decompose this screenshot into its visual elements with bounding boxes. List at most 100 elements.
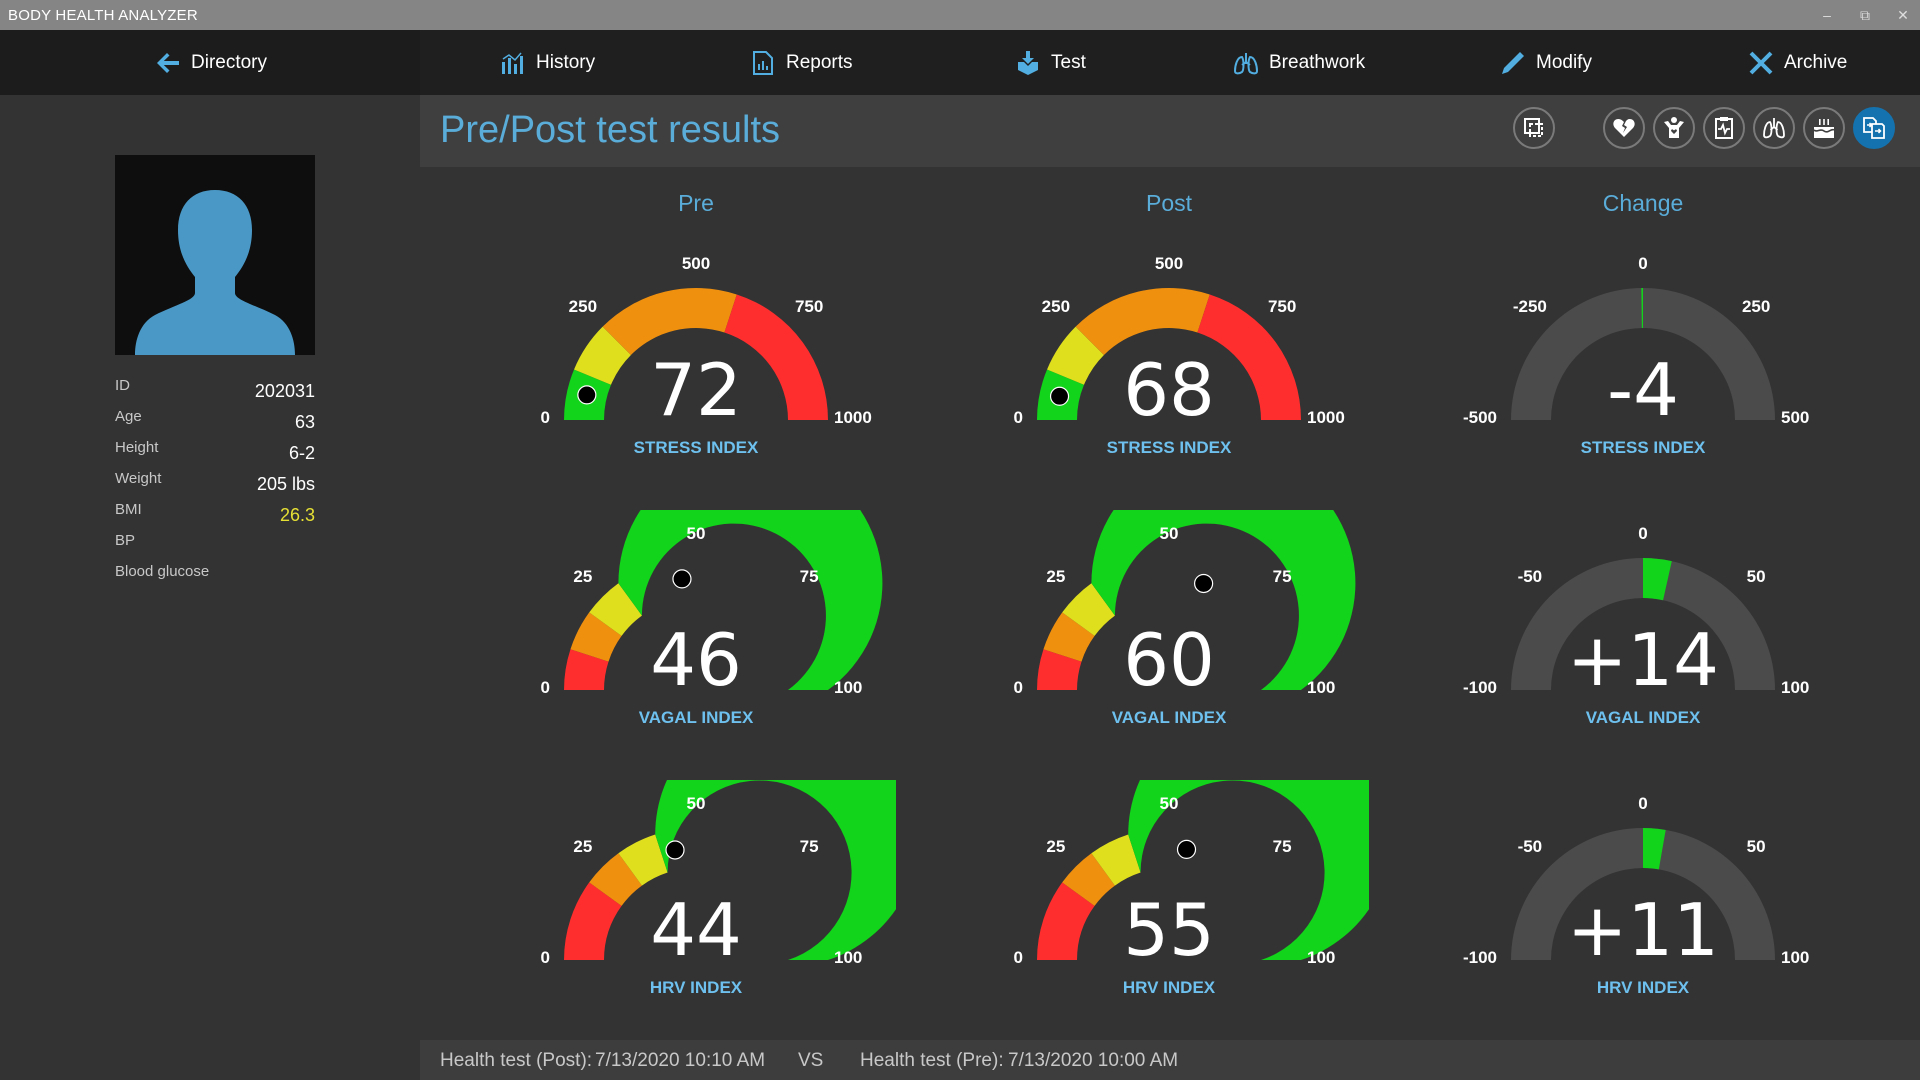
wellbeing-button[interactable] [1653,107,1695,149]
footer-post-time: 7/13/2020 10:10 AM [595,1050,766,1071]
info-label: BMI [115,501,142,518]
select-all-icon [1524,118,1543,137]
nav-history[interactable]: History [500,30,595,95]
nav-archive[interactable]: Archive [1748,30,1847,95]
info-row-glucose: Blood glucose [115,561,315,592]
nav-reports[interactable]: Reports [750,30,853,95]
column-title-post: Post [1145,190,1193,216]
gauge-value: 72 [650,348,742,432]
info-value-bmi: 26.3 [279,505,315,525]
minimize-icon[interactable]: ‒ [1818,6,1836,24]
gauge-band-orange [1075,288,1210,355]
gauge-value: +11 [1567,888,1719,972]
info-value: 6-2 [288,443,315,463]
respiratory-button[interactable] [1753,107,1795,149]
gauge-tick-label: 75 [1272,836,1292,856]
gauge-tick-label: 0 [1638,524,1648,543]
gauge-tick-label: 75 [1272,566,1292,586]
select-all-button[interactable] [1513,107,1555,149]
age-button[interactable] [1803,107,1845,149]
gauge-marker [672,569,692,589]
gauge-tick-label: 750 [794,296,824,316]
gauge-band-orange [602,288,737,355]
gauge-label: STRESS INDEX [1106,438,1232,457]
nav-modify[interactable]: Modify [1500,30,1592,95]
patient-info: ID 202031 Age 63 Height 6-2 Weight 205 lbs B… [115,375,315,592]
info-label: Weight [115,470,162,487]
avatar [115,155,315,355]
gauge-tick-label: 50 [1746,566,1766,586]
gauge-marker [665,840,685,860]
gauge-tick-label: 25 [573,566,593,586]
nav-breathwork-label: Breathwork [1269,51,1366,73]
info-row-height: Height 6-2 [115,437,315,468]
gauge-pre-hrv-index: 0 25 50 75 100 44 HRV INDEX [496,780,896,1040]
gauge-tick-label: 50 [1159,794,1179,813]
page-header: Pre/Post test results [420,95,1920,167]
gauge-tick-label: 50 [686,524,706,543]
clinical-button[interactable] [1703,107,1745,149]
gauge-tick-label: 500 [681,254,711,273]
info-label: ID [115,377,130,394]
nav-breathwork[interactable]: Breathwork [1233,30,1365,95]
results-panel: Pre/Post test results Pre Post Change 0 2… [420,95,1920,1080]
info-row-bp: BP [115,530,315,561]
gauge-tick-label: 500 [1154,254,1184,273]
nav-bar: Directory History Reports Test Breathwor… [0,30,1920,95]
gauge-tick-label: 50 [1746,836,1766,856]
info-value: 202031 [254,381,315,401]
info-row-id: ID 202031 [115,375,315,406]
info-row-age: Age 63 [115,406,315,437]
nav-test[interactable]: Test [1015,30,1086,95]
gauge-tick-label: 50 [686,794,706,813]
gauge-value: 44 [650,888,742,972]
column-title-pre: Pre [678,190,714,216]
gauge-tick-label: 0 [1638,254,1648,273]
gauge-tick-label: 75 [799,566,819,586]
close-icon[interactable]: ✕ [1894,6,1912,24]
compare-docs-icon [1863,117,1885,139]
gauge-value: 60 [1123,618,1215,702]
gauge-label: HRV INDEX [1122,978,1216,997]
heart-health-button[interactable] [1603,107,1645,149]
gauge-marker [1176,839,1197,859]
gauge-tick-label: -50 [1517,566,1543,586]
person-silhouette-icon [135,190,295,355]
x-archive-icon [1749,51,1773,74]
gauge-value: +14 [1567,618,1719,702]
gauge-tick-label: 75 [799,836,819,856]
info-label: Height [115,439,159,456]
gauge-value: 55 [1123,888,1215,972]
gauge-tick-label: 250 [1041,296,1071,316]
footer-pre-time: 7/13/2020 10:00 AM [1008,1050,1179,1071]
nav-directory-label: Directory [191,51,268,73]
compare-button[interactable] [1853,107,1895,149]
gauge-change-stress-index: -500 -250 0 250 500 -4 STRESS INDEX [1443,240,1843,500]
lungs-icon [1763,118,1785,139]
restore-icon[interactable]: ⧉ [1856,6,1874,24]
download-box-icon [1018,50,1038,75]
info-label: BP [115,532,136,549]
window-controls: ‒ ⧉ ✕ [1818,0,1912,30]
gauge-tick-label: 750 [1267,296,1297,316]
nav-directory[interactable]: Directory [155,30,267,95]
footer-vs: VS [798,1050,824,1071]
info-value: 205 lbs [256,474,315,494]
gauge-label: VAGAL INDEX [638,708,754,727]
page-title: Pre/Post test results [440,109,781,151]
nav-history-label: History [536,51,596,73]
gauge-pre-stress-index: 0 250 500 750 1000 72 STRESS INDEX [496,240,896,500]
chart-history-icon [502,52,523,74]
app-title: BODY HEALTH ANALYZER [8,6,198,24]
title-bar: BODY HEALTH ANALYZER ‒ ⧉ ✕ [0,0,1920,30]
gauge-value: 46 [650,618,742,702]
gauge-tick-label: -250 [1512,296,1547,316]
pencil-icon [1502,51,1524,74]
footer-status: Health test (Post): 7/13/2020 10:10 AM V… [420,1040,1920,1080]
lungs-icon [1233,52,1259,74]
gauge-label: HRV INDEX [649,978,743,997]
gauge-label: STRESS INDEX [1580,438,1706,457]
nav-modify-label: Modify [1536,51,1592,73]
gauge-value: -4 [1607,348,1679,432]
gauge-post-hrv-index: 0 25 50 75 100 55 HRV INDEX [969,780,1369,1040]
